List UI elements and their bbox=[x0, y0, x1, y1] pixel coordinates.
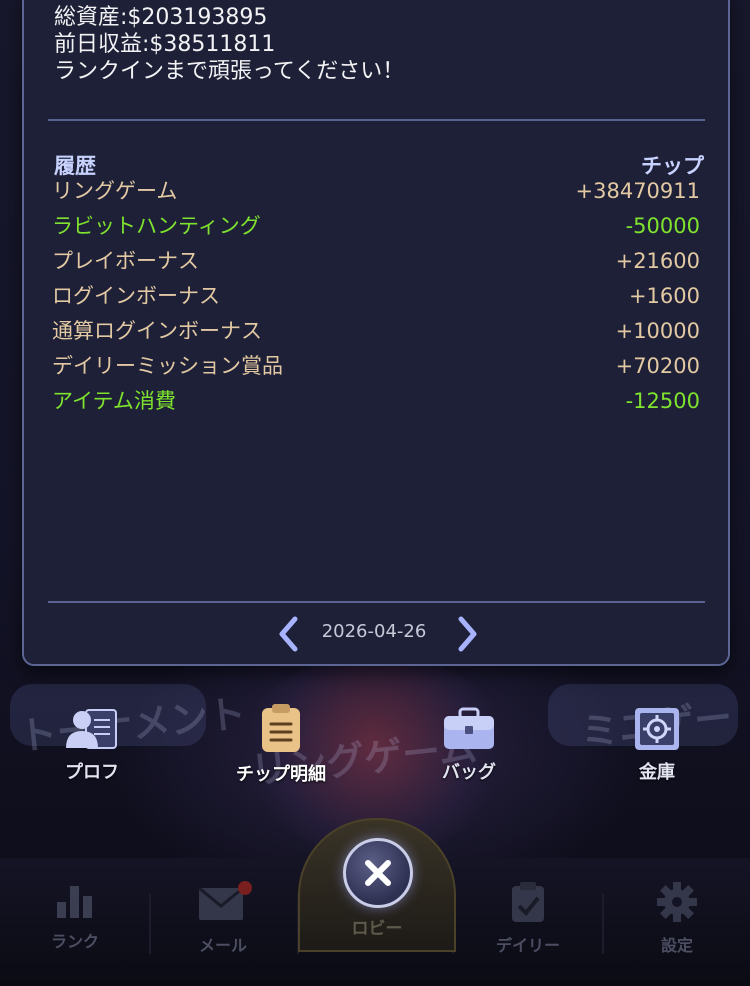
gear-icon bbox=[657, 882, 697, 922]
tab-separator bbox=[149, 894, 151, 954]
history-row: ラビットハンティング -50000 bbox=[52, 211, 700, 246]
close-icon bbox=[365, 860, 391, 886]
chip-detail-panel: 総資産:$203193895 前日収益:$38511811 ランクインまで頑張っ… bbox=[22, 0, 730, 666]
chip-detail-button[interactable]: チップ明細 bbox=[211, 702, 351, 786]
history-item-name: 通算ログインボーナス bbox=[52, 319, 262, 343]
briefcase-icon bbox=[444, 707, 494, 749]
tab-settings-label: 設定 bbox=[660, 936, 693, 955]
history-list: リングゲーム +38470911 ラビットハンティング -50000 プレイボーナス +2… bbox=[52, 176, 700, 421]
history-item-value: +70200 bbox=[615, 354, 700, 378]
chevron-right-icon bbox=[458, 616, 477, 652]
date-pager: 2026-04-26 bbox=[24, 612, 728, 656]
safe-label: 金庫 bbox=[639, 762, 675, 783]
history-item-value: +21600 bbox=[615, 249, 700, 273]
total-assets-text: 総資産:$203193895 bbox=[54, 5, 268, 30]
history-item-name: アイテム消費 bbox=[52, 389, 176, 413]
next-date-button[interactable] bbox=[452, 612, 482, 656]
tab-rank-label: ランク bbox=[50, 932, 99, 951]
bag-button[interactable]: バッグ bbox=[399, 706, 539, 784]
history-item-name: ログインボーナス bbox=[52, 284, 220, 308]
profile-label: プロフ bbox=[65, 762, 119, 783]
history-item-value: +1600 bbox=[628, 284, 700, 308]
history-row: リングゲーム +38470911 bbox=[52, 176, 700, 211]
history-item-value: +38470911 bbox=[575, 179, 700, 203]
tab-daily-label: デイリー bbox=[495, 936, 560, 955]
tab-mail-label: メール bbox=[198, 936, 247, 955]
tab-lobby-label: ロビー bbox=[351, 919, 403, 939]
history-item-value: -12500 bbox=[625, 389, 700, 413]
history-item-value: -50000 bbox=[625, 214, 700, 238]
tab-rank[interactable]: ランク bbox=[20, 880, 130, 952]
history-row: アイテム消費 -12500 bbox=[52, 386, 700, 421]
profile-icon bbox=[66, 709, 117, 749]
chip-detail-label: チップ明細 bbox=[236, 764, 326, 785]
previous-date-button[interactable] bbox=[274, 612, 304, 656]
tab-daily[interactable]: デイリー bbox=[473, 880, 583, 956]
current-date: 2026-04-26 bbox=[321, 621, 427, 642]
bag-label: バッグ bbox=[442, 762, 496, 783]
tab-separator bbox=[602, 894, 604, 954]
history-item-name: デイリーミッション賞品 bbox=[52, 354, 283, 378]
bottom-divider bbox=[48, 601, 705, 603]
history-row: 通算ログインボーナス +10000 bbox=[52, 316, 700, 351]
chevron-left-icon bbox=[279, 616, 298, 652]
checklist-icon bbox=[512, 882, 544, 922]
clipboard-icon bbox=[262, 704, 300, 752]
tab-settings[interactable]: 設定 bbox=[622, 880, 732, 956]
rank-message-text: ランクインまで頑張ってください！ bbox=[54, 59, 405, 84]
profile-button[interactable]: プロフ bbox=[22, 706, 162, 784]
bar-chart-icon bbox=[57, 886, 92, 918]
yesterday-income-text: 前日収益:$38511811 bbox=[54, 32, 276, 57]
asset-summary: 総資産:$203193895 前日収益:$38511811 ランクインまで頑張っ… bbox=[54, 4, 404, 85]
tab-mail[interactable]: メール bbox=[168, 880, 278, 956]
safe-icon bbox=[635, 708, 679, 750]
history-row: デイリーミッション賞品 +70200 bbox=[52, 351, 700, 386]
mail-icon bbox=[198, 881, 252, 920]
history-item-name: プレイボーナス bbox=[52, 249, 199, 273]
close-button[interactable] bbox=[343, 838, 413, 908]
history-item-name: ラビットハンティング bbox=[52, 214, 261, 238]
history-row: ログインボーナス +1600 bbox=[52, 281, 700, 316]
history-item-name: リングゲーム bbox=[52, 179, 178, 203]
top-divider bbox=[48, 119, 705, 121]
safe-button[interactable]: 金庫 bbox=[587, 706, 727, 784]
history-item-value: +10000 bbox=[615, 319, 700, 343]
history-row: プレイボーナス +21600 bbox=[52, 246, 700, 281]
